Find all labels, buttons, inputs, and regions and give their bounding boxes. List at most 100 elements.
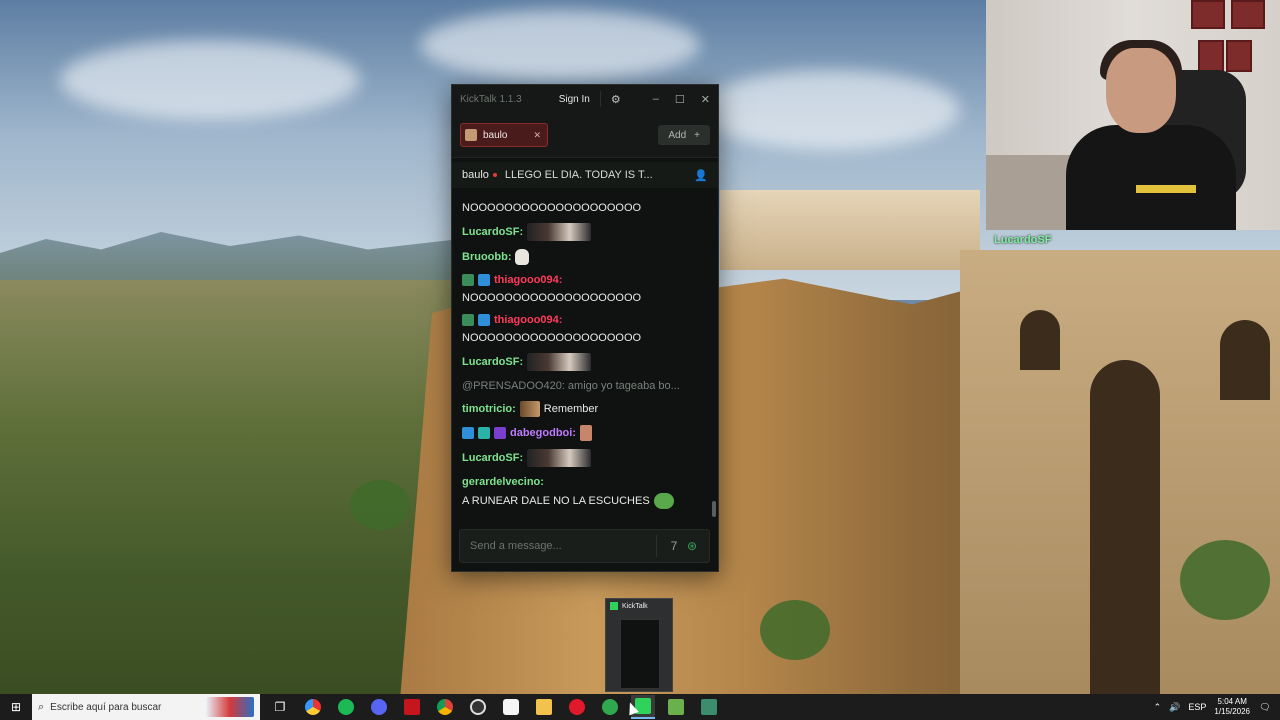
chat-message: LucardoSF: xyxy=(462,353,708,371)
discord-icon[interactable] xyxy=(367,695,391,719)
windows-start-icon[interactable]: ⊞ xyxy=(0,694,32,720)
kicktalk-icon xyxy=(610,602,618,610)
streamer-face-emote xyxy=(527,449,592,467)
gear-icon[interactable]: ⚙ xyxy=(609,93,623,106)
chat-username[interactable]: LucardoSF: xyxy=(462,355,523,369)
streamer-face-emote xyxy=(527,223,592,241)
browser-icon[interactable] xyxy=(301,695,325,719)
chat-username[interactable]: LucardoSF: xyxy=(462,451,523,465)
close-icon[interactable]: ✕ xyxy=(701,93,710,106)
message-input[interactable] xyxy=(468,539,648,553)
language-indicator[interactable]: ESP xyxy=(1188,702,1206,712)
minecraft-icon[interactable] xyxy=(664,695,688,719)
app-icon[interactable] xyxy=(697,695,721,719)
minimize-icon[interactable]: – xyxy=(653,93,659,106)
chat-message: thiagooo094: NOOOOOOOOOOOOOOOOOOOO xyxy=(462,273,708,305)
chat-username[interactable]: timotricio: xyxy=(462,402,516,416)
badge-icon xyxy=(478,274,490,286)
bush xyxy=(350,480,410,530)
chat-message: timotricio: Remember xyxy=(462,401,708,417)
town-buildings xyxy=(720,190,980,270)
overlay-username: LucardoSF xyxy=(994,234,1052,246)
app-icon[interactable] xyxy=(598,695,622,719)
taskbar-preview[interactable]: KickTalk xyxy=(605,598,673,692)
maximize-icon[interactable]: ☐ xyxy=(675,93,685,106)
user-icon[interactable]: 👤 xyxy=(694,169,708,182)
clock[interactable]: 5:04 AM 1/15/2026 xyxy=(1214,697,1250,717)
search-placeholder: Escribe aquí para buscar xyxy=(50,701,162,713)
app-icon[interactable] xyxy=(499,695,523,719)
opera-icon[interactable] xyxy=(565,695,589,719)
bush xyxy=(1180,540,1270,620)
tab-label: baulo xyxy=(483,129,508,141)
chat-messages[interactable]: NOOOOOOOOOOOOOOOOOOOO LucardoSF: Bruoobb… xyxy=(452,201,718,521)
chat-username[interactable]: thiagooo094: xyxy=(494,313,562,327)
cloud xyxy=(420,10,700,80)
system-tray: ⌃ 🔊 ESP 5:04 AM 1/15/2026 🗨 xyxy=(1154,697,1280,717)
stream-info-bar: baulo LLEGO EL DIA. TODAY IS T... 👤 xyxy=(452,162,718,188)
obs-icon[interactable] xyxy=(466,695,490,719)
add-chat-button[interactable]: Add + xyxy=(658,125,710,145)
streamer-face-emote xyxy=(527,353,592,371)
chat-reply: @PRENSADOO420: amigo yo tageaba bo... xyxy=(462,379,708,393)
emote-picker-icon[interactable]: 7 xyxy=(665,539,683,553)
stream-title: LLEGO EL DIA. TODAY IS T... xyxy=(504,169,653,181)
message-text: NOOOOOOOOOOOOOOOOOOOO xyxy=(462,332,642,344)
chevron-up-icon[interactable]: ⌃ xyxy=(1154,702,1162,713)
reply-text: @PRENSADOO420: amigo yo tageaba bo... xyxy=(462,380,680,392)
badge-icon xyxy=(462,427,474,439)
close-tab-icon[interactable]: ✕ xyxy=(533,130,541,141)
chat-username[interactable]: dabegodboi: xyxy=(510,426,576,440)
sign-in-button[interactable]: Sign In xyxy=(553,92,596,107)
chat-username[interactable]: thiagooo094: xyxy=(494,273,562,287)
message-input-bar: 7 ⊛ xyxy=(459,529,710,563)
chat-message: NOOOOOOOOOOOOOOOOOOOO xyxy=(462,201,708,215)
clock-date: 1/15/2026 xyxy=(1214,707,1250,716)
stream-overlay-chat: LucardoSF xyxy=(994,230,1280,270)
preview-title: KickTalk xyxy=(622,602,648,610)
stone-bridge xyxy=(960,250,1280,700)
kicktalk-window: KickTalk 1.1.3 Sign In ⚙ – ☐ ✕ baulo ✕ A… xyxy=(451,84,719,572)
task-view-icon[interactable]: ❐ xyxy=(268,695,292,719)
frog-emote xyxy=(653,493,674,509)
chat-message: LucardoSF: xyxy=(462,223,708,241)
search-highlight-image xyxy=(206,697,254,717)
badge-icon xyxy=(462,314,474,326)
avatar xyxy=(465,129,477,141)
message-text: Remember xyxy=(543,403,599,415)
speaker-icon[interactable]: 🔊 xyxy=(1169,702,1180,713)
add-label: Add xyxy=(668,129,687,141)
chrome-icon[interactable] xyxy=(433,695,457,719)
tab-baulo[interactable]: baulo ✕ xyxy=(460,123,549,147)
skull-emote xyxy=(515,249,530,265)
window-title: KickTalk 1.1.3 xyxy=(460,93,522,105)
clock-time: 5:04 AM xyxy=(1217,697,1247,706)
chat-message: dabegodboi: xyxy=(462,425,708,441)
badge-icon xyxy=(478,427,490,439)
taskbar-apps: ❐ xyxy=(268,695,721,719)
plus-icon: + xyxy=(694,129,700,141)
message-text: NOOOOOOOOOOOOOOOOOOOO xyxy=(462,292,642,304)
notification-icon[interactable]: 🗨 xyxy=(1258,700,1272,714)
live-indicator-icon xyxy=(492,173,497,177)
chat-message: gerardelvecino: A RUNEAR DALE NO LA ESCU… xyxy=(462,475,708,509)
chat-username[interactable]: gerardelvecino: xyxy=(462,475,544,489)
folder-icon[interactable] xyxy=(532,695,556,719)
kick-emote-icon[interactable]: ⊛ xyxy=(683,539,701,553)
badge-icon xyxy=(478,314,490,326)
window-titlebar[interactable]: KickTalk 1.1.3 Sign In ⚙ – ☐ ✕ xyxy=(452,85,718,113)
chat-username[interactable]: Bruoobb: xyxy=(462,250,511,264)
webcam-feed xyxy=(986,0,1280,230)
message-text: A RUNEAR DALE NO LA ESCUCHES xyxy=(462,495,650,507)
cloud xyxy=(60,40,360,120)
taskbar-search[interactable]: ⌕ Escribe aquí para buscar xyxy=(32,694,260,720)
chat-tabs: baulo ✕ Add + xyxy=(452,113,718,158)
chat-username[interactable]: LucardoSF: xyxy=(462,225,523,239)
chat-scrollbar[interactable] xyxy=(712,501,716,517)
app-icon[interactable] xyxy=(400,695,424,719)
channel-name: baulo xyxy=(462,169,489,181)
spotify-icon[interactable] xyxy=(334,695,358,719)
chat-message: Bruoobb: xyxy=(462,249,708,265)
chat-message: LucardoSF: xyxy=(462,449,708,467)
chat-message: thiagooo094: NOOOOOOOOOOOOOOOOOOOO xyxy=(462,313,708,345)
